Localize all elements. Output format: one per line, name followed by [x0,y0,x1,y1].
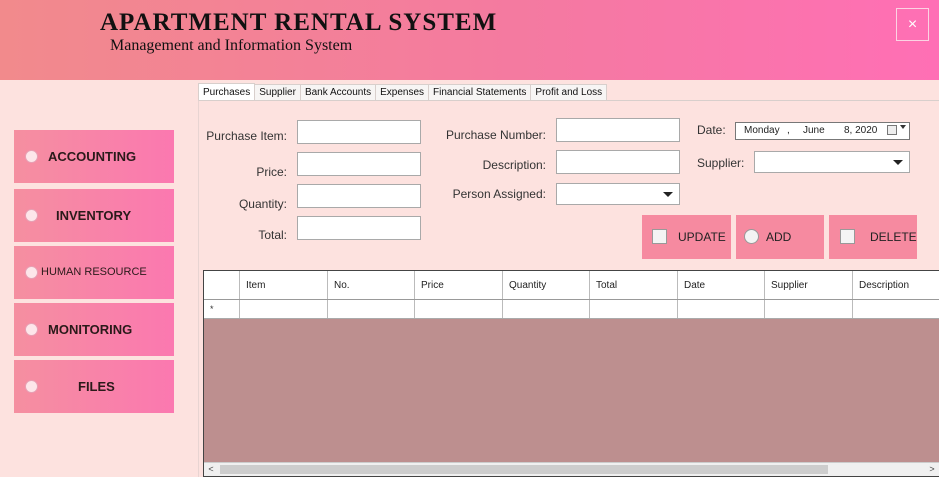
update-label: UPDATE [678,230,726,244]
scroll-left-arrow[interactable]: < [204,463,218,476]
close-button[interactable]: × [896,8,929,41]
purchase-number-input[interactable] [556,118,680,142]
calendar-icon [887,125,897,135]
add-icon [744,229,759,244]
description-label: Description: [482,158,546,172]
inventory-label: INVENTORY [56,208,132,223]
purchases-grid[interactable]: Item No. Price Quantity Total Date Suppl… [203,270,939,477]
tab-financial-statements[interactable]: Financial Statements [428,84,532,100]
new-row-marker: * [210,304,214,314]
tab-profit-and-loss[interactable]: Profit and Loss [530,84,608,100]
purchase-item-label: Purchase Item: [206,129,287,143]
quantity-input[interactable] [297,184,421,208]
column-header-no[interactable]: No. [327,271,414,299]
tab-strip: Purchases Supplier Bank Accounts Expense… [198,83,608,101]
chevron-down-icon [663,192,673,197]
price-label: Price: [256,165,287,179]
tab-supplier[interactable]: Supplier [254,84,301,100]
supplier-label: Supplier: [697,156,745,170]
table-cell[interactable] [764,300,852,318]
purchase-item-input[interactable] [297,120,421,144]
sidebar: ACCOUNTING INVENTORY HUMAN RESOURCE MONI… [0,80,197,477]
table-cell[interactable] [327,300,414,318]
title-bar: APARTMENT RENTAL SYSTEM Management and I… [0,0,939,80]
horizontal-scrollbar[interactable]: < > [204,462,939,476]
grid-header: Item No. Price Quantity Total Date Suppl… [204,271,939,300]
column-header-total[interactable]: Total [589,271,677,299]
quantity-label: Quantity: [238,197,287,211]
column-header-description[interactable]: Description [852,271,939,299]
column-header-quantity[interactable]: Quantity [502,271,589,299]
column-header-item[interactable]: Item [239,271,327,299]
date-daynum-year: 8, 2020 [844,125,878,136]
table-cell[interactable] [589,300,677,318]
person-assigned-select[interactable] [556,183,680,205]
scrollbar-thumb[interactable] [220,465,828,474]
price-input[interactable] [297,152,421,176]
accounting-label: ACCOUNTING [48,149,137,164]
column-header-price[interactable]: Price [414,271,502,299]
monitoring-button[interactable]: MONITORING [14,303,174,356]
files-button[interactable]: FILES [14,360,174,413]
table-row[interactable]: * [204,300,939,319]
files-label: FILES [78,379,115,394]
supplier-select[interactable] [754,151,910,173]
date-picker[interactable]: Monday , June 8, 2020 [735,122,910,140]
date-day: Monday [744,125,780,136]
date-separator: , [787,125,790,136]
delete-label: DELETE [870,230,917,244]
column-header-supplier[interactable]: Supplier [764,271,852,299]
total-input[interactable] [297,216,421,240]
monitoring-label: MONITORING [48,322,133,337]
chevron-down-icon [900,125,906,129]
column-header-date[interactable]: Date [677,271,764,299]
table-cell[interactable] [502,300,589,318]
chevron-down-icon [893,160,903,165]
tab-bank-accounts[interactable]: Bank Accounts [299,84,377,100]
table-cell[interactable] [239,300,327,318]
inventory-button[interactable]: INVENTORY [14,189,174,242]
tab-purchases[interactable]: Purchases [198,83,256,100]
date-label: Date: [697,123,726,137]
person-assigned-label: Person Assigned: [452,187,546,201]
purchase-number-label: Purchase Number: [445,128,546,142]
app-subtitle: Management and Information System [110,37,353,54]
table-cell[interactable] [414,300,502,318]
row-header-corner [204,271,239,299]
scroll-right-arrow[interactable]: > [925,463,939,476]
trash-icon [840,229,855,244]
add-label: ADD [766,230,792,244]
app-title: APARTMENT RENTAL SYSTEM [100,9,498,36]
human-resource-label: HUMAN RESOURCE [41,266,147,278]
update-button[interactable]: UPDATE [642,215,731,259]
add-button[interactable]: ADD [736,215,824,259]
date-month: June [803,125,825,136]
total-label: Total: [258,228,287,242]
accounting-button[interactable]: ACCOUNTING [14,130,174,183]
tab-expenses[interactable]: Expenses [375,84,430,100]
row-header: * [204,300,239,318]
description-input[interactable] [556,150,680,174]
table-cell[interactable] [852,300,939,318]
edit-icon [652,229,667,244]
human-resource-button[interactable]: HUMAN RESOURCE [14,246,174,299]
table-cell[interactable] [677,300,764,318]
delete-button[interactable]: DELETE [829,215,917,259]
